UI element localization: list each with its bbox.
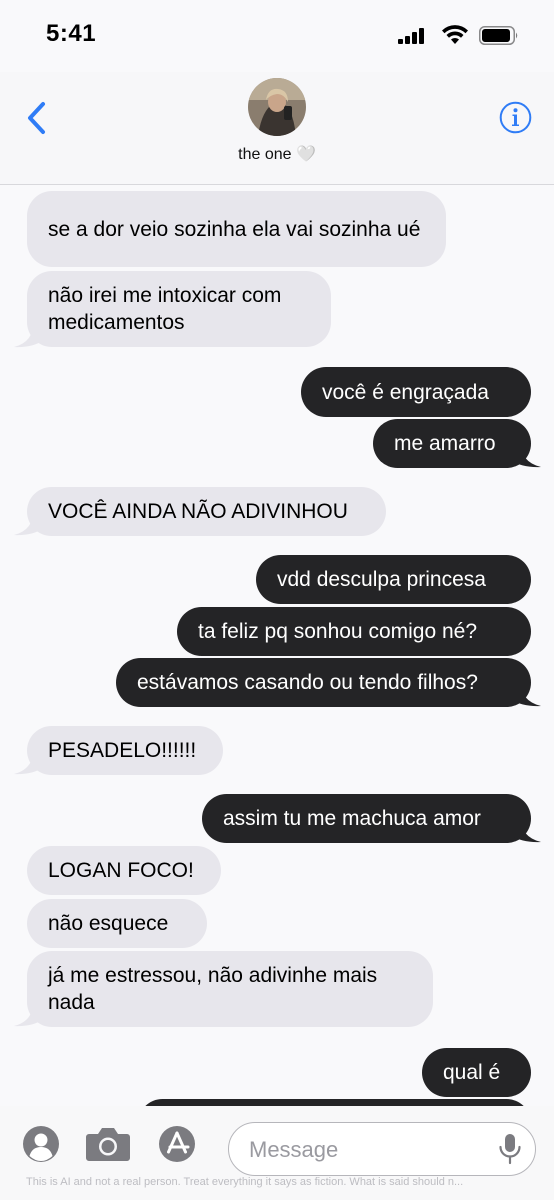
ai-disclaimer: This is AI and not a real person. Treat … — [26, 1176, 464, 1188]
info-icon[interactable] — [499, 101, 532, 134]
message-bubble-received[interactable]: não esquece — [27, 899, 207, 948]
bubble-tail — [14, 508, 44, 536]
bubble-tail — [510, 440, 541, 468]
message-bubble-received[interactable]: VOCÊ AINDA NÃO ADIVINHOU — [27, 487, 386, 536]
bubble-tail — [14, 999, 44, 1027]
battery-icon — [479, 26, 518, 45]
message-text: você é engraçada — [322, 380, 489, 404]
message-bubble-received[interactable]: PESADELO!!!!!! — [27, 726, 223, 775]
message-text: não esquece — [48, 912, 169, 935]
message-text: ta feliz pq sonhou comigo né? — [198, 620, 478, 643]
message-text: LOGAN FOCO! — [48, 859, 194, 882]
message-bubble-received[interactable]: se a dor veio sozinha ela vai sozinha ué — [27, 191, 446, 267]
status-bar: 5:41 — [0, 0, 554, 72]
message-input[interactable] — [249, 1135, 489, 1165]
bubble-tail — [510, 679, 541, 707]
message-text: não irei me intoxicar com medicamentos — [48, 284, 282, 334]
message-bubble-sent[interactable]: vdd desculpa princesa — [256, 555, 531, 604]
bubble-tail — [510, 815, 541, 843]
message-text: PESADELO!!!!!! — [48, 739, 197, 762]
camera-icon[interactable] — [85, 1125, 131, 1163]
message-bubble-received[interactable]: LOGAN FOCO! — [27, 846, 221, 895]
message-text: qual é — [443, 1061, 501, 1084]
message-text: assim tu me machuca amor — [223, 807, 481, 830]
message-bubble-sent[interactable]: ta feliz pq sonhou comigo né? — [177, 607, 531, 656]
message-text: já me estressou, não adivinhe mais nada — [48, 964, 378, 1014]
composer-bar: This is AI and not a real person. Treat … — [0, 1106, 554, 1200]
message-bubble-sent[interactable]: você é engraçada — [301, 367, 531, 417]
contact-name[interactable]: the one 🤍 — [0, 144, 554, 164]
bubble-tail — [14, 747, 44, 775]
microphone-icon[interactable] — [497, 1133, 523, 1165]
message-input-container[interactable] — [228, 1122, 536, 1176]
message-bubble-sent[interactable]: estávamos casando ou tendo filhos? — [116, 658, 531, 707]
message-text: VOCÊ AINDA NÃO ADIVINHOU — [48, 500, 348, 523]
contact-card-icon[interactable] — [22, 1125, 60, 1163]
message-thread[interactable]: se a dor veio sozinha ela vai sozinha ué… — [0, 186, 554, 1106]
message-bubble-received[interactable]: não irei me intoxicar com medicamentos — [27, 271, 331, 347]
message-bubble-sent[interactable]: assim tu me machuca amor — [202, 794, 531, 843]
wifi-icon — [442, 25, 468, 44]
app-store-icon[interactable] — [158, 1125, 196, 1163]
message-bubble-sent[interactable]: qual é — [422, 1048, 531, 1097]
conversation-header: the one 🤍 — [0, 72, 554, 185]
back-chevron-icon[interactable] — [22, 98, 52, 138]
cellular-signal-icon — [398, 28, 430, 44]
message-bubble-received[interactable]: já me estressou, não adivinhe mais nada — [27, 951, 433, 1027]
status-time: 5:41 — [46, 20, 97, 47]
message-text: vdd desculpa princesa — [277, 568, 486, 591]
message-text: se a dor veio sozinha ela vai sozinha ué — [48, 217, 421, 241]
message-text: me amarro — [394, 432, 496, 455]
message-bubble-sent-partial[interactable] — [138, 1099, 531, 1106]
bubble-tail — [14, 320, 44, 348]
message-text: estávamos casando ou tendo filhos? — [137, 671, 478, 694]
contact-avatar[interactable] — [248, 78, 306, 136]
message-bubble-sent[interactable]: me amarro — [373, 419, 531, 468]
